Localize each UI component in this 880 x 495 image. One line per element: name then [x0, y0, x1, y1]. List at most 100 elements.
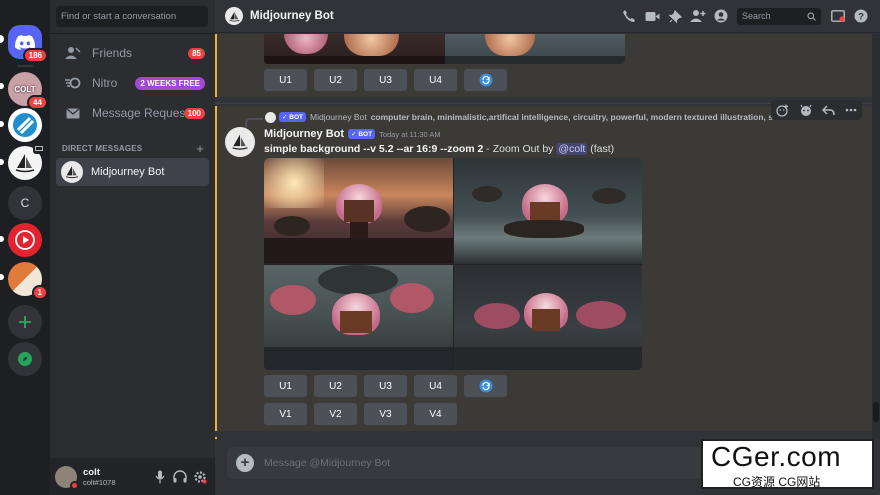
reroll-button[interactable] [464, 375, 507, 397]
profile-toggle-icon[interactable] [712, 7, 730, 25]
help-icon[interactable]: ? [852, 7, 870, 25]
upscale-3-button[interactable]: U3 [364, 69, 407, 91]
grid-image-3 [264, 264, 453, 370]
phone-call-icon[interactable] [620, 7, 638, 25]
compass-icon [18, 352, 32, 366]
sidebar-item-nitro[interactable]: Nitro 2 WEEKS FREE [56, 70, 209, 96]
grid-image-1 [264, 158, 453, 264]
variation-2-button[interactable]: V2 [314, 403, 357, 425]
upscale-3-button[interactable]: U3 [364, 375, 407, 397]
server-colt[interactable]: COLT 44 [8, 72, 48, 110]
upscale-2-button[interactable]: U2 [314, 375, 357, 397]
bot-tag-label: BOT [358, 130, 373, 138]
nitro-trial-badge: 2 WEEKS FREE [135, 76, 205, 90]
pin-icon[interactable] [666, 7, 684, 25]
sidebar-item-message-requests[interactable]: Message Reques... 100 [56, 100, 209, 126]
upscale-1-button[interactable]: U1 [264, 69, 307, 91]
message-avatar[interactable] [225, 127, 255, 157]
inbox-icon[interactable] [829, 7, 847, 25]
reply-icon[interactable] [822, 104, 836, 116]
settings-gear-icon[interactable] [190, 467, 210, 487]
avatar [61, 161, 83, 183]
upscale-2-button[interactable]: U2 [314, 69, 357, 91]
unread-pill [0, 159, 4, 165]
refresh-icon [479, 379, 492, 393]
search-icon [807, 11, 816, 21]
sidebar-divider [50, 33, 215, 34]
message-author[interactable]: Midjourney Bot [264, 128, 344, 140]
previous-image-left [264, 34, 445, 64]
unread-pill [0, 236, 4, 242]
add-friend-icon[interactable] [689, 7, 707, 25]
microphone-icon[interactable] [150, 467, 170, 487]
server-youtube[interactable] [8, 223, 42, 257]
variation-1-button[interactable]: V1 [264, 403, 307, 425]
dm-item-midjourney-bot[interactable]: Midjourney Bot [56, 158, 209, 186]
sailboat-icon [15, 154, 35, 173]
discord-app: 186 COLT 44 C 1 Find or start a conversa… [0, 0, 880, 495]
reply-reference[interactable]: ✓ BOT Midjourney Bot computer brain, min… [265, 111, 825, 123]
sidebar-item-label: Friends [92, 46, 133, 60]
dm-sidebar: Find or start a conversation Friends 85 … [50, 0, 215, 495]
server-midjourney[interactable] [8, 144, 45, 180]
scrollbar-thumb[interactable] [873, 402, 879, 422]
variation-4-button[interactable]: V4 [414, 403, 457, 425]
more-options-icon[interactable] [845, 108, 857, 112]
grid-image-2 [453, 158, 642, 264]
user-avatar[interactable] [55, 465, 79, 490]
channel-header: Midjourney Bot Search ? [215, 0, 880, 33]
monitor-badge-icon [33, 144, 45, 154]
explore-servers-button[interactable] [8, 342, 42, 376]
add-reaction-icon[interactable] [776, 104, 789, 117]
reply-prompt: computer brain, minimalistic,artifical i… [370, 112, 786, 122]
create-dm-button[interactable]: + [196, 141, 204, 156]
watermark-title: CGer.com [711, 441, 842, 472]
dm-section-header: DIRECT MESSAGES + [62, 141, 204, 156]
search-placeholder: Search [742, 11, 771, 21]
header-title: Midjourney Bot [250, 10, 334, 22]
previous-image-grid[interactable] [264, 34, 625, 64]
header-search-input[interactable]: Search [737, 7, 821, 25]
upload-plus-icon[interactable]: + [236, 454, 254, 472]
header-avatar [225, 7, 243, 25]
upscale-4-button[interactable]: U4 [414, 69, 457, 91]
message-mode: (fast) [587, 143, 615, 155]
check-icon: ✓ [282, 114, 290, 121]
image-grid[interactable] [264, 158, 642, 370]
server-orange[interactable]: 1 [8, 262, 48, 300]
bot-tag-label: BOT [289, 113, 303, 121]
variation-3-button[interactable]: V3 [364, 403, 407, 425]
upscale-1-button[interactable]: U1 [264, 375, 307, 397]
friends-icon [64, 46, 82, 60]
add-server-button[interactable] [8, 305, 42, 339]
headphones-icon[interactable] [170, 467, 190, 487]
reroll-button[interactable] [464, 69, 507, 91]
status-indicator [70, 480, 79, 490]
sidebar-item-label: Nitro [92, 76, 118, 90]
nitro-icon [64, 77, 82, 89]
previous-image-right [444, 34, 625, 64]
reply-spine [245, 118, 263, 128]
server-c[interactable]: C [8, 186, 42, 220]
stripes-logo-icon [13, 113, 37, 137]
scrollbar[interactable] [872, 34, 880, 439]
server-rail: 186 COLT 44 C 1 [0, 0, 50, 495]
sidebar-item-friends[interactable]: Friends 85 [56, 40, 209, 66]
user-mention[interactable]: @colt [556, 143, 588, 155]
user-names: colt colt#1078 [83, 467, 150, 487]
server-link[interactable] [8, 108, 42, 142]
message-prompt: simple background --v 5.2 --ar 16:9 --zo… [264, 143, 484, 155]
unread-pill [0, 121, 4, 127]
message-content: simple background --v 5.2 --ar 16:9 --zo… [264, 143, 614, 155]
upscale-4-button[interactable]: U4 [414, 375, 457, 397]
find-conversation-button[interactable]: Find or start a conversation [56, 6, 208, 27]
user-panel: colt colt#1078 [50, 458, 215, 495]
home-mention-badge: 186 [22, 48, 48, 63]
rail-separator [17, 65, 33, 67]
check-icon: ✓ [351, 131, 359, 138]
username: colt [83, 466, 100, 478]
home-button[interactable]: 186 [8, 25, 48, 63]
app-sparkle-icon[interactable] [799, 104, 813, 117]
previous-mention-bar [215, 34, 217, 97]
video-call-icon[interactable] [643, 7, 661, 25]
